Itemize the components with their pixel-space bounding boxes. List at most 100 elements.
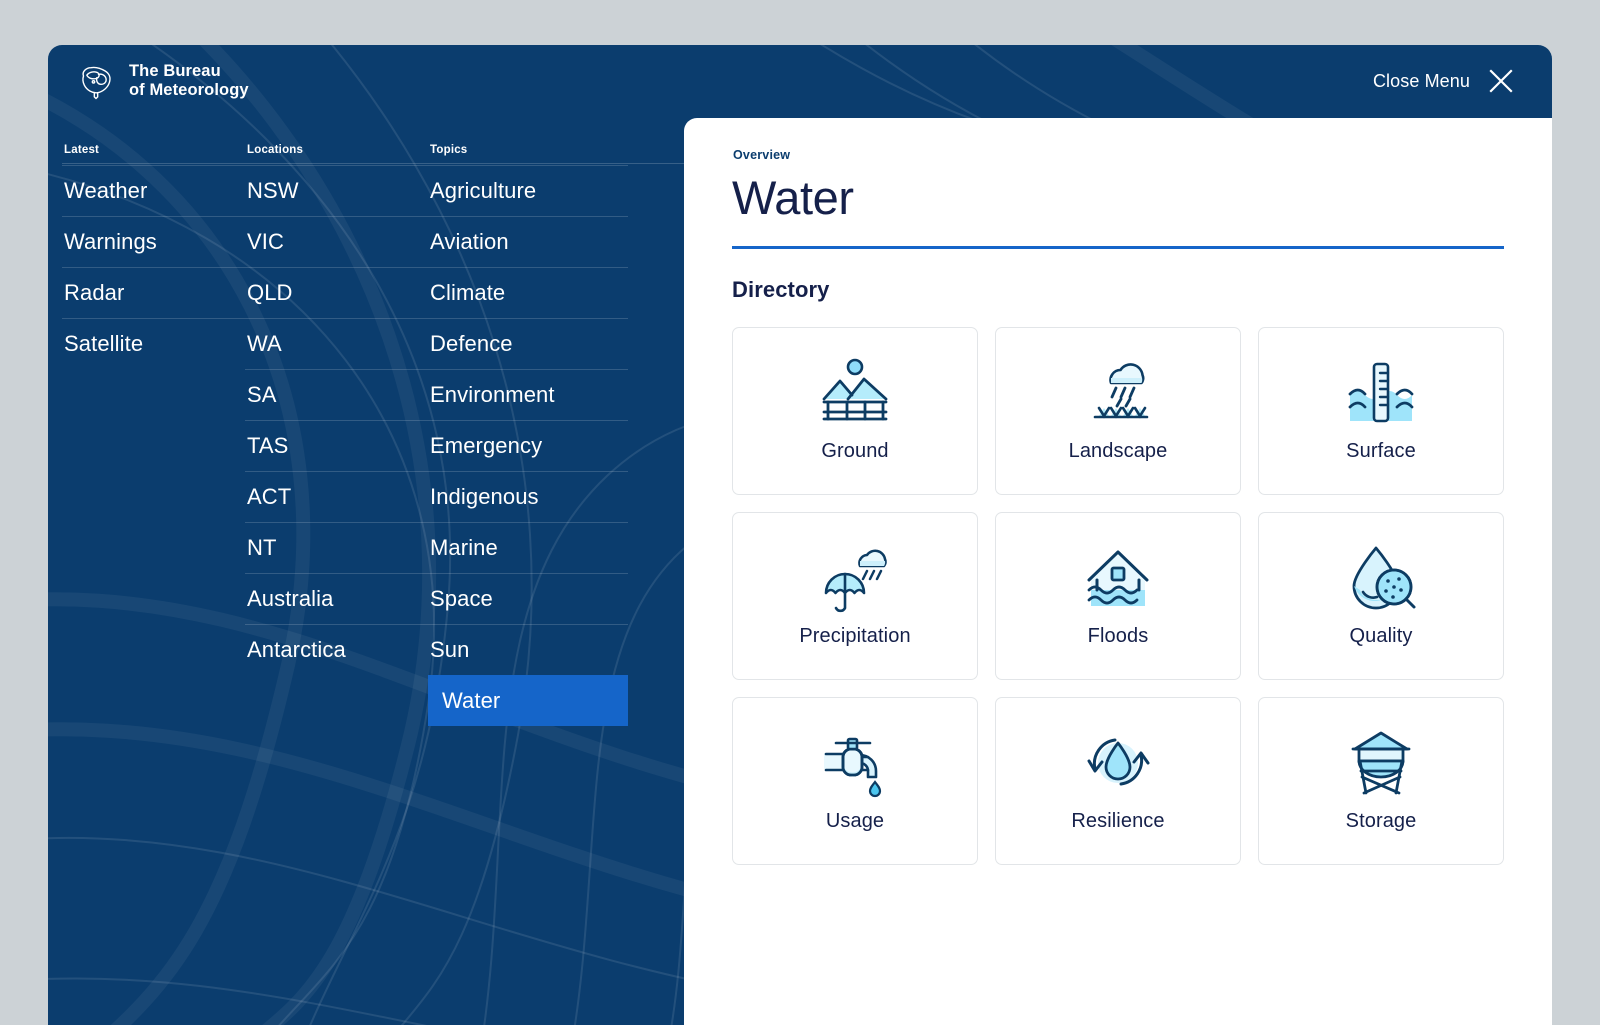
mountains-sun-icon <box>818 355 892 429</box>
page-title: Water <box>732 171 854 224</box>
directory-card-precipitation[interactable]: Precipitation <box>732 511 978 680</box>
nav-item-label: Space <box>430 586 493 611</box>
nav-columns: Latest Weather Warnings Radar Satellite … <box>62 144 628 726</box>
sidebar-item-wa[interactable]: WA <box>245 318 428 369</box>
nav-item-label: Water <box>442 688 501 713</box>
tap-faucet-icon <box>818 725 892 799</box>
droplet-cycle-icon <box>1081 725 1155 799</box>
sidebar-item-antarctica[interactable]: Antarctica <box>245 624 428 675</box>
nav-item-label: Indigenous <box>430 484 539 509</box>
sidebar-item-satellite[interactable]: Satellite <box>62 318 245 369</box>
directory-card-label: Precipitation <box>799 624 911 647</box>
brand-logo-block[interactable]: The Bureau of Meteorology <box>70 61 249 101</box>
directory-grid: Ground Landscape Surface Precipitation F… <box>732 326 1504 865</box>
nav-item-label: Emergency <box>430 433 543 458</box>
directory-card-landscape[interactable]: Landscape <box>995 326 1241 495</box>
nav-column-latest: Latest Weather Warnings Radar Satellite <box>62 144 245 726</box>
directory-card-label: Floods <box>1087 624 1149 647</box>
flooded-house-icon <box>1081 540 1155 614</box>
nav-item-label: Sun <box>430 637 470 662</box>
nav-list-latest: Weather Warnings Radar Satellite <box>62 165 245 369</box>
water-tower-icon <box>1344 725 1418 799</box>
sidebar-item-marine[interactable]: Marine <box>428 522 628 573</box>
nav-column-heading: Locations <box>247 144 304 156</box>
umbrella-rain-cloud-icon <box>818 540 892 614</box>
nav-item-label: TAS <box>247 433 289 458</box>
nav-item-label: Environment <box>430 382 555 407</box>
nav-item-label: NSW <box>247 178 299 203</box>
directory-card-label: Surface <box>1346 439 1416 462</box>
nav-item-label: Defence <box>430 331 513 356</box>
directory-card-label: Resilience <box>1071 809 1165 832</box>
nav-column-locations: Locations NSW VIC QLD WA SA TAS ACT NT A… <box>245 144 428 726</box>
nav-item-label: SA <box>247 382 277 407</box>
nav-item-label: Australia <box>247 586 334 611</box>
menu-header: The Bureau of Meteorology Close Menu <box>48 45 1552 117</box>
directory-card-label: Usage <box>825 809 885 832</box>
close-icon[interactable] <box>1488 68 1514 94</box>
sidebar-item-qld[interactable]: QLD <box>245 267 428 318</box>
nav-item-label: QLD <box>247 280 293 305</box>
nav-item-label: Agriculture <box>430 178 537 203</box>
nav-list-topics: Agriculture Aviation Climate Defence Env… <box>428 165 628 726</box>
sidebar-item-australia[interactable]: Australia <box>245 573 428 624</box>
nav-item-label: Warnings <box>64 229 157 254</box>
directory-card-label: Storage <box>1345 809 1417 832</box>
nav-item-label: NT <box>247 535 277 560</box>
nav-item-label: Aviation <box>430 229 509 254</box>
sidebar-item-weather[interactable]: Weather <box>62 165 245 216</box>
title-underline <box>732 245 1504 249</box>
nav-item-label: Climate <box>430 280 506 305</box>
sidebar-item-warnings[interactable]: Warnings <box>62 216 245 267</box>
overview-panel: Overview Water Directory Ground Landscap… <box>684 118 1552 1025</box>
brand-name: The Bureau of Meteorology <box>129 62 249 100</box>
directory-card-usage[interactable]: Usage <box>732 696 978 865</box>
directory-card-surface[interactable]: Surface <box>1258 326 1504 495</box>
sidebar-item-emergency[interactable]: Emergency <box>428 420 628 471</box>
directory-card-resilience[interactable]: Resilience <box>995 696 1241 865</box>
nav-item-label: Antarctica <box>247 637 346 662</box>
nav-list-locations: NSW VIC QLD WA SA TAS ACT NT Australia A… <box>245 165 428 675</box>
sidebar-item-space[interactable]: Space <box>428 573 628 624</box>
nav-item-label: Marine <box>430 535 498 560</box>
droplet-magnifier-icon <box>1344 540 1418 614</box>
sidebar-item-water[interactable]: Water <box>428 675 628 726</box>
nav-item-label: Radar <box>64 280 125 305</box>
nav-column-heading: Latest <box>64 144 100 156</box>
sidebar-item-agriculture[interactable]: Agriculture <box>428 165 628 216</box>
close-menu-label: Close Menu <box>1372 70 1470 91</box>
sidebar-item-environment[interactable]: Environment <box>428 369 628 420</box>
sidebar-item-sa[interactable]: SA <box>245 369 428 420</box>
nav-item-label: WA <box>247 331 282 356</box>
sidebar-item-act[interactable]: ACT <box>245 471 428 522</box>
nav-column-heading: Topics <box>430 144 468 156</box>
nav-item-label: ACT <box>247 484 292 509</box>
sidebar-item-defence[interactable]: Defence <box>428 318 628 369</box>
menu-overlay-window: The Bureau of Meteorology Close Menu Lat… <box>48 45 1552 1025</box>
sidebar-item-radar[interactable]: Radar <box>62 267 245 318</box>
close-menu-button[interactable]: Close Menu <box>1373 68 1514 94</box>
sidebar-item-tas[interactable]: TAS <box>245 420 428 471</box>
nav-item-label: Satellite <box>64 331 144 356</box>
nav-item-label: VIC <box>247 229 284 254</box>
nav-column-topics: Topics Agriculture Aviation Climate Defe… <box>428 144 628 726</box>
directory-card-storage[interactable]: Storage <box>1258 696 1504 865</box>
nav-item-label: Weather <box>64 178 148 203</box>
section-title: Directory <box>732 276 830 302</box>
sidebar-item-nt[interactable]: NT <box>245 522 428 573</box>
sidebar-item-sun[interactable]: Sun <box>428 624 628 675</box>
sidebar-item-climate[interactable]: Climate <box>428 267 628 318</box>
directory-card-ground[interactable]: Ground <box>732 326 978 495</box>
brand-line-2: of Meteorology <box>129 81 249 99</box>
rain-cloud-grass-icon <box>1081 355 1155 429</box>
sidebar-item-nsw[interactable]: NSW <box>245 165 428 216</box>
directory-card-label: Quality <box>1349 624 1413 647</box>
directory-card-floods[interactable]: Floods <box>995 511 1241 680</box>
panel-eyebrow: Overview <box>733 148 791 162</box>
directory-card-quality[interactable]: Quality <box>1258 511 1504 680</box>
australia-map-icon <box>82 66 111 100</box>
menu-body: Latest Weather Warnings Radar Satellite … <box>48 117 1552 1025</box>
sidebar-item-indigenous[interactable]: Indigenous <box>428 471 628 522</box>
sidebar-item-vic[interactable]: VIC <box>245 216 428 267</box>
sidebar-item-aviation[interactable]: Aviation <box>428 216 628 267</box>
